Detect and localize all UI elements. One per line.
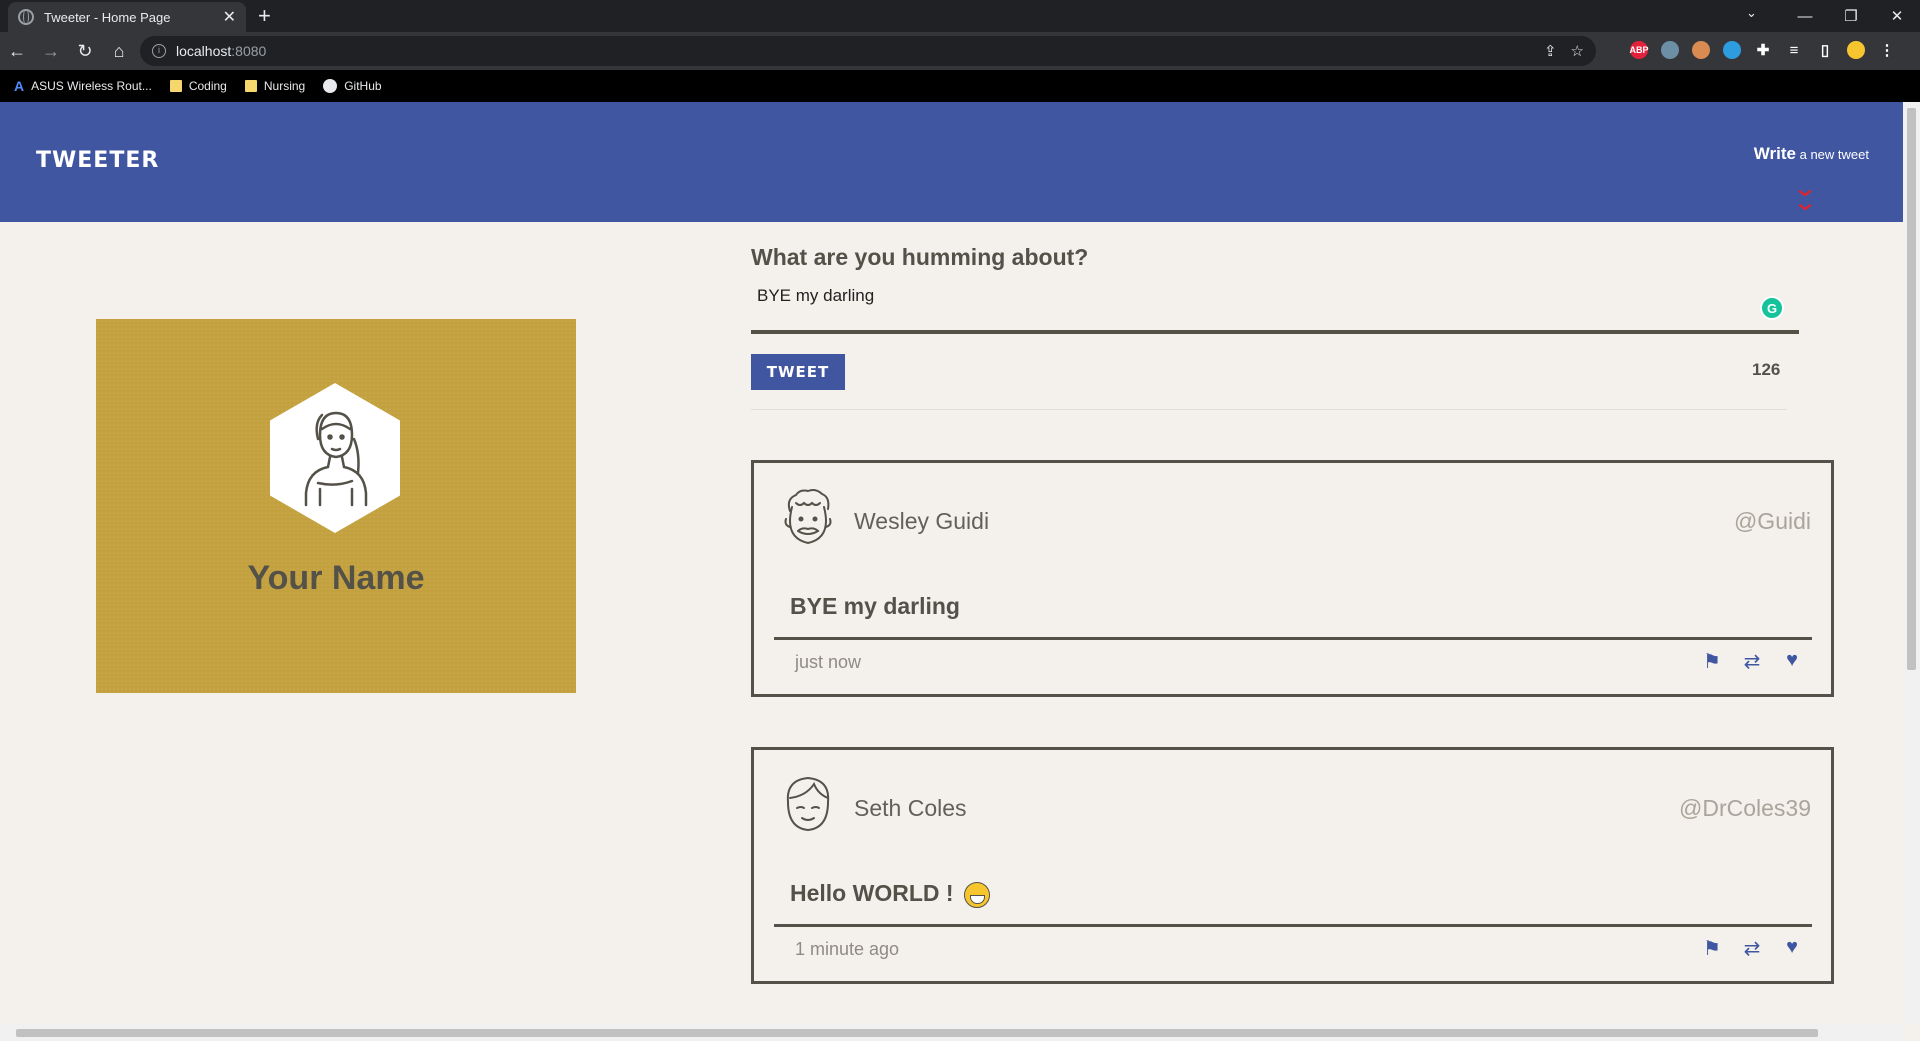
tweet-card: Wesley Guidi @Guidi BYE my darling just … <box>751 460 1834 697</box>
bookmark-label: Coding <box>188 79 227 93</box>
close-window-button[interactable]: ✕ <box>1874 7 1920 25</box>
short-hair-avatar-icon <box>786 776 830 832</box>
tweet-actions: ⚑ ⇄ ♥ <box>1701 649 1803 674</box>
extensions-bar: ABP ✚ ≡ ▯ ⋮ <box>1630 41 1896 59</box>
bookmark-label: GitHub <box>344 79 382 93</box>
page: TWEETER Write a new tweet ⌄⌄ Your Name <box>0 102 1903 1024</box>
double-chevron-down-icon[interactable]: ⌄ ⌄ <box>1792 177 1818 215</box>
tweet-submit-button[interactable]: TWEET <box>751 354 845 390</box>
tweet-author-name: Seth Coles <box>854 795 967 821</box>
bookmark-coding[interactable]: Coding <box>169 79 227 93</box>
grammarly-icon[interactable]: G <box>1760 296 1784 320</box>
media-queue-icon[interactable]: ≡ <box>1785 41 1803 59</box>
menu-kebab-icon[interactable]: ⋮ <box>1878 41 1896 59</box>
heart-icon[interactable]: ♥ <box>1781 936 1803 961</box>
bookmarks-bar: A ASUS Wireless Rout... Coding Nursing G… <box>0 70 1920 102</box>
divider <box>751 409 1787 410</box>
forward-arrow-icon[interactable]: → <box>34 41 68 62</box>
write-label: Write <box>1753 144 1796 163</box>
flag-icon[interactable]: ⚑ <box>1701 936 1723 961</box>
tweet-textarea[interactable] <box>751 282 1799 334</box>
tweet-divider <box>774 924 1812 927</box>
tab-title: Tweeter - Home Page <box>44 9 171 25</box>
github-icon <box>323 79 338 93</box>
profile-avatar-icon[interactable] <box>1847 41 1865 59</box>
composer-title: What are you humming about? <box>751 244 1089 270</box>
brand-logo[interactable]: TWEETER <box>36 148 159 173</box>
adblock-icon[interactable]: ABP <box>1630 41 1649 59</box>
restore-button[interactable]: ❐ <box>1828 7 1874 25</box>
top-nav: TWEETER Write a new tweet ⌄ ⌄ <box>0 102 1903 222</box>
write-new-tweet-toggle[interactable]: Write a new tweet <box>1754 144 1869 164</box>
curly-hair-avatar-icon <box>784 489 832 545</box>
user-avatar-icon <box>304 411 368 507</box>
window-controls: — ❐ ✕ <box>1782 0 1920 32</box>
grin-emoji-icon <box>963 881 990 908</box>
url-port: :8080 <box>231 43 267 59</box>
browser-tabbar: Tweeter - Home Page ✕ + ⌄ — ❐ ✕ <box>0 0 1920 32</box>
browser-tab[interactable]: Tweeter - Home Page ✕ <box>8 2 246 32</box>
home-icon[interactable]: ⌂ <box>102 41 136 62</box>
heart-icon[interactable]: ♥ <box>1781 649 1803 674</box>
puzzle-icon[interactable]: ✚ <box>1754 41 1772 59</box>
back-arrow-icon[interactable]: ← <box>0 41 34 62</box>
tweet-timestamp: 1 minute ago <box>795 939 900 959</box>
folder-icon <box>244 80 257 92</box>
bookmark-label: Nursing <box>263 79 306 93</box>
write-sublabel: a new tweet <box>1796 147 1869 162</box>
tweet-card: Seth Coles @DrColes39 Hello WORLD ! 1 mi… <box>751 747 1834 984</box>
bookmark-github[interactable]: GitHub <box>323 79 382 93</box>
new-tab-button[interactable]: + <box>258 4 271 28</box>
tweet-body: Hello WORLD ! <box>790 880 990 908</box>
asus-icon: A <box>14 78 25 94</box>
side-panel-icon[interactable]: ▯ <box>1816 41 1834 59</box>
vertical-scroll-thumb[interactable] <box>1907 108 1916 670</box>
folder-icon <box>169 80 182 92</box>
profile-avatar <box>270 383 400 533</box>
character-counter: 126 <box>1752 360 1781 379</box>
eyes-ext-icon[interactable] <box>1692 41 1710 59</box>
tab-search-icon[interactable]: ⌄ <box>1746 5 1757 21</box>
globe-icon <box>18 9 34 25</box>
tweet-body-text: Hello WORLD ! <box>790 880 954 906</box>
close-tab-icon[interactable]: ✕ <box>223 7 236 27</box>
url-host: localhost <box>176 43 232 59</box>
tweet-divider <box>774 637 1812 640</box>
globe-ext-icon[interactable] <box>1661 41 1679 59</box>
profile-card: Your Name <box>96 319 576 693</box>
reload-icon[interactable]: ↻ <box>68 41 102 62</box>
tweet-author-handle: @Guidi <box>1733 508 1811 534</box>
retweet-icon[interactable]: ⇄ <box>1741 649 1763 674</box>
bookmark-nursing[interactable]: Nursing <box>244 79 306 93</box>
retweet-icon[interactable]: ⇄ <box>1741 936 1763 961</box>
bookmark-label: ASUS Wireless Rout... <box>31 79 152 93</box>
tweet-actions: ⚑ ⇄ ♥ <box>1701 936 1803 961</box>
tweet-body: BYE my darling <box>790 593 960 619</box>
bookmark-star-icon[interactable]: ☆ <box>1571 42 1584 60</box>
share-icon[interactable]: ⇪ <box>1544 42 1557 60</box>
minimize-button[interactable]: — <box>1782 8 1828 25</box>
tweet-author-handle: @DrColes39 <box>1678 795 1811 821</box>
site-info-icon[interactable]: i <box>152 44 166 58</box>
profile-name: Your Name <box>247 559 425 597</box>
flag-icon[interactable]: ⚑ <box>1701 649 1723 674</box>
tweet-timestamp: just now <box>795 652 862 672</box>
gem-ext-icon[interactable] <box>1723 41 1741 59</box>
horizontal-scroll-thumb[interactable] <box>16 1029 1818 1037</box>
bookmark-asus[interactable]: A ASUS Wireless Rout... <box>14 78 152 94</box>
address-bar[interactable]: i localhost:8080 ⇪ ☆ <box>140 36 1596 66</box>
tweet-author-name: Wesley Guidi <box>854 508 990 534</box>
